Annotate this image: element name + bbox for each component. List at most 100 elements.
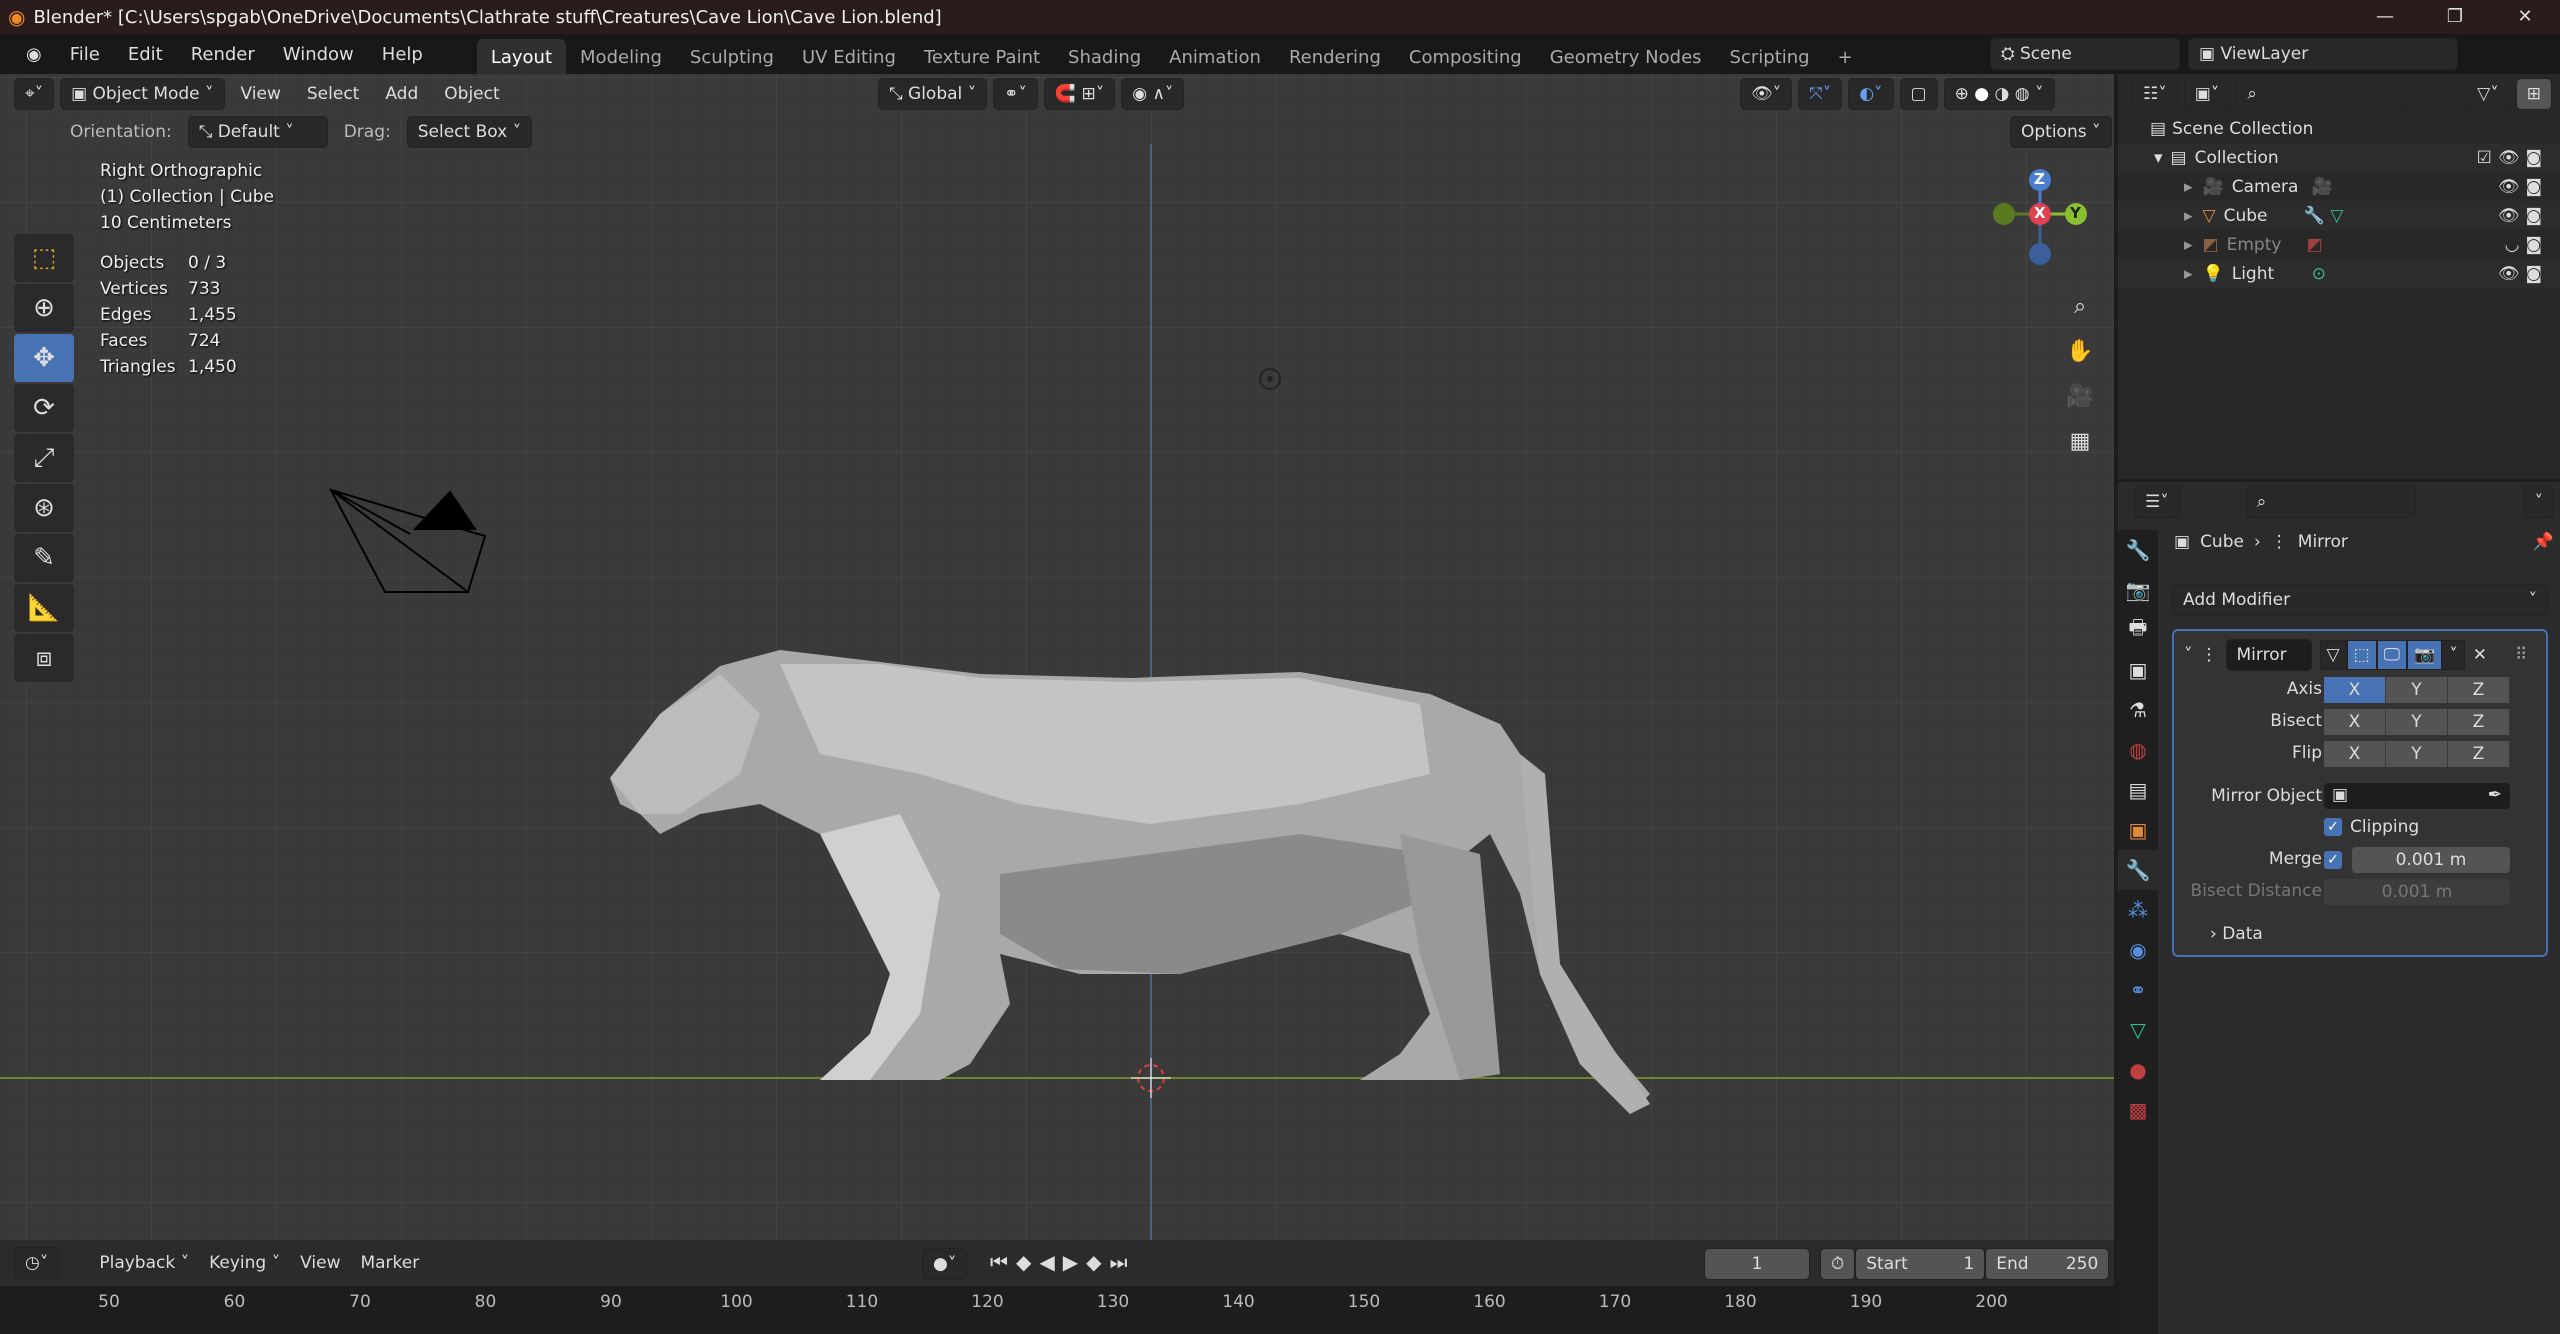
tab-scripting[interactable]: Scripting <box>1716 39 1824 76</box>
zoom-icon[interactable]: ⌕ <box>2060 286 2100 326</box>
outliner-display-mode-icon[interactable]: ☷˅ <box>2132 78 2178 110</box>
physics-tab-icon[interactable]: ◉ <box>2118 930 2158 970</box>
view-layer-tab-icon[interactable]: ▣ <box>2118 650 2158 690</box>
texture-tab-icon[interactable]: ▩ <box>2118 1090 2158 1130</box>
timeline-view-menu[interactable]: View <box>290 1248 350 1278</box>
visibility-toggles[interactable]: 👁◙ <box>2498 264 2548 284</box>
outliner-item-empty[interactable]: ▸ ◩ Empty ◩ ◡◙ <box>2118 230 2560 259</box>
minimize-button[interactable]: — <box>2350 0 2420 34</box>
flip-z[interactable]: Z <box>2448 741 2510 767</box>
camera-data-icon[interactable]: 🎥 <box>2312 177 2333 197</box>
maximize-button[interactable]: ❐ <box>2420 0 2490 34</box>
tab-shading[interactable]: Shading <box>1054 39 1155 76</box>
visibility-toggles[interactable]: 👁◙ <box>2498 206 2548 226</box>
mesh-data-icon[interactable]: ▽ <box>2330 206 2343 226</box>
tab-modeling[interactable]: Modeling <box>566 39 676 76</box>
pan-hand-icon[interactable]: ✋ <box>2060 331 2100 371</box>
world-tab-icon[interactable]: ◍ <box>2118 730 2158 770</box>
bisect-y[interactable]: Y <box>2386 709 2448 735</box>
playback-menu[interactable]: Playback ˅ <box>89 1248 199 1278</box>
output-tab-icon[interactable]: 🖶 <box>2118 610 2158 650</box>
tab-geometry-nodes[interactable]: Geometry Nodes <box>1536 39 1716 76</box>
collection-tab-icon[interactable]: ▤ <box>2118 770 2158 810</box>
cage-toggle-icon[interactable]: ⬚ <box>2346 640 2377 670</box>
add-workspace-button[interactable]: + <box>1824 39 1867 76</box>
close-button[interactable]: ✕ <box>2490 0 2560 34</box>
record-button[interactable]: ●˅ <box>922 1248 968 1280</box>
bisect-z[interactable]: Z <box>2448 709 2510 735</box>
blender-menu-icon[interactable]: ◉ <box>12 44 56 65</box>
light-data-icon[interactable]: ⊙ <box>2312 264 2326 284</box>
data-tab-icon[interactable]: ▽ <box>2118 1010 2158 1050</box>
menu-render[interactable]: Render <box>177 44 269 65</box>
properties-editor-type-icon[interactable]: ☰˅ <box>2134 486 2180 518</box>
outliner-item-camera[interactable]: ▸ 🎥 Camera 🎥 👁◙ <box>2118 172 2560 201</box>
scene-selector[interactable]: ⛭ Scene <box>1990 38 2180 70</box>
render-toggle-icon[interactable]: 📷 <box>2407 640 2443 670</box>
flip-y[interactable]: Y <box>2386 741 2448 767</box>
visibility-toggles[interactable]: 👁◙ <box>2498 177 2548 197</box>
new-collection-icon[interactable]: ⊞ <box>2515 78 2552 110</box>
menu-help[interactable]: Help <box>368 44 437 65</box>
playback-controls[interactable]: ⏮◆◀▶◆⏭ <box>990 1250 1136 1274</box>
clipping-checkbox[interactable]: ✓ Clipping <box>2324 817 2419 837</box>
bisect-x[interactable]: X <box>2324 709 2386 735</box>
expand-arrow-icon[interactable]: ▸ <box>2184 264 2193 284</box>
3d-viewport[interactable]: ⌖˅ ▣ Object Mode ˅ View Select Add Objec… <box>0 74 2114 1240</box>
camera-view-icon[interactable]: 🎥 <box>2060 376 2100 416</box>
properties-options-icon[interactable]: ˅ <box>2523 486 2554 518</box>
merge-checkbox[interactable]: ✓ <box>2324 851 2342 869</box>
menu-window[interactable]: Window <box>269 44 368 65</box>
scene-tab-icon[interactable]: ⚗ <box>2118 690 2158 730</box>
modifier-menu-icon[interactable]: ˅ <box>2442 640 2465 670</box>
collection-visibility-toggles[interactable]: ☑👁◙ <box>2477 148 2548 168</box>
add-modifier-dropdown[interactable]: Add Modifier ˅ <box>2172 584 2548 616</box>
remove-modifier-icon[interactable]: ✕ <box>2473 645 2487 665</box>
particles-tab-icon[interactable]: ⁂ <box>2118 890 2158 930</box>
marker-menu[interactable]: Marker <box>350 1248 429 1278</box>
tab-animation[interactable]: Animation <box>1155 39 1275 76</box>
tab-layout[interactable]: Layout <box>476 38 567 76</box>
start-frame-field[interactable]: Start 1 <box>1855 1248 1986 1280</box>
mirror-object-field[interactable]: ▣ ✒ <box>2324 783 2510 809</box>
material-tab-icon[interactable]: ● <box>2118 1050 2158 1090</box>
navigation-gizmo[interactable]: Z X Y <box>1970 164 2090 294</box>
constraints-tab-icon[interactable]: ⚭ <box>2118 970 2158 1010</box>
tab-uv-editing[interactable]: UV Editing <box>788 39 910 76</box>
tab-texture-paint[interactable]: Texture Paint <box>910 39 1054 76</box>
pin-icon[interactable]: 📌 <box>2533 532 2554 552</box>
eyedropper-icon[interactable]: ✒ <box>2488 785 2502 807</box>
empty-image-icon[interactable]: ◩ <box>2307 235 2323 255</box>
merge-distance-field[interactable]: 0.001 m <box>2352 847 2510 873</box>
axis-y[interactable]: Y <box>2386 677 2448 703</box>
expand-arrow-icon[interactable]: ▾ <box>2154 148 2163 168</box>
ortho-grid-icon[interactable]: ▦ <box>2060 421 2100 461</box>
outliner-scene-collection[interactable]: ▤ Scene Collection <box>2118 114 2560 143</box>
expand-arrow-icon[interactable]: ▸ <box>2184 206 2193 226</box>
outliner-filter-view-icon[interactable]: ▣˅ <box>2183 78 2231 110</box>
render-tab-icon[interactable]: 📷 <box>2118 570 2158 610</box>
current-frame-field[interactable]: 1 <box>1704 1248 1810 1280</box>
outliner-collection[interactable]: ▾ ▤ Collection ☑👁◙ <box>2118 143 2560 172</box>
tab-sculpting[interactable]: Sculpting <box>676 39 788 76</box>
timeline-ruler[interactable]: 50 60 70 80 90 100 110 120 130 140 150 160 170 180 190… <box>0 1286 2114 1334</box>
axis-x[interactable]: X <box>2324 677 2386 703</box>
menu-file[interactable]: File <box>56 44 114 65</box>
outliner-item-light[interactable]: ▸ 💡 Light ⊙ 👁◙ <box>2118 259 2560 288</box>
view-layer-selector[interactable]: ▣ ViewLayer <box>2188 38 2458 70</box>
visibility-toggles[interactable]: ◡◙ <box>2505 235 2548 255</box>
bisect-distance-field[interactable]: 0.001 m <box>2324 879 2510 905</box>
tool-tab-icon[interactable]: 🔧 <box>2118 530 2158 570</box>
data-subpanel-header[interactable]: › Data <box>2210 924 2263 944</box>
modifier-name-field[interactable]: Mirror <box>2225 639 2312 671</box>
menu-edit[interactable]: Edit <box>114 44 177 65</box>
drag-handle-icon[interactable]: ⠿ <box>2515 645 2527 665</box>
properties-search-input[interactable]: ⌕ <box>2245 486 2416 518</box>
end-frame-field[interactable]: End 250 <box>1985 1248 2110 1280</box>
flip-x[interactable]: X <box>2324 741 2386 767</box>
timeline-editor-type-icon[interactable]: ◷˅ <box>14 1247 60 1279</box>
collapse-chevron-icon[interactable]: ˅ <box>2184 645 2193 665</box>
outliner-search-input[interactable]: ⌕ <box>2236 78 2407 110</box>
expand-arrow-icon[interactable]: ▸ <box>2184 235 2193 255</box>
expand-arrow-icon[interactable]: ▸ <box>2184 177 2193 197</box>
